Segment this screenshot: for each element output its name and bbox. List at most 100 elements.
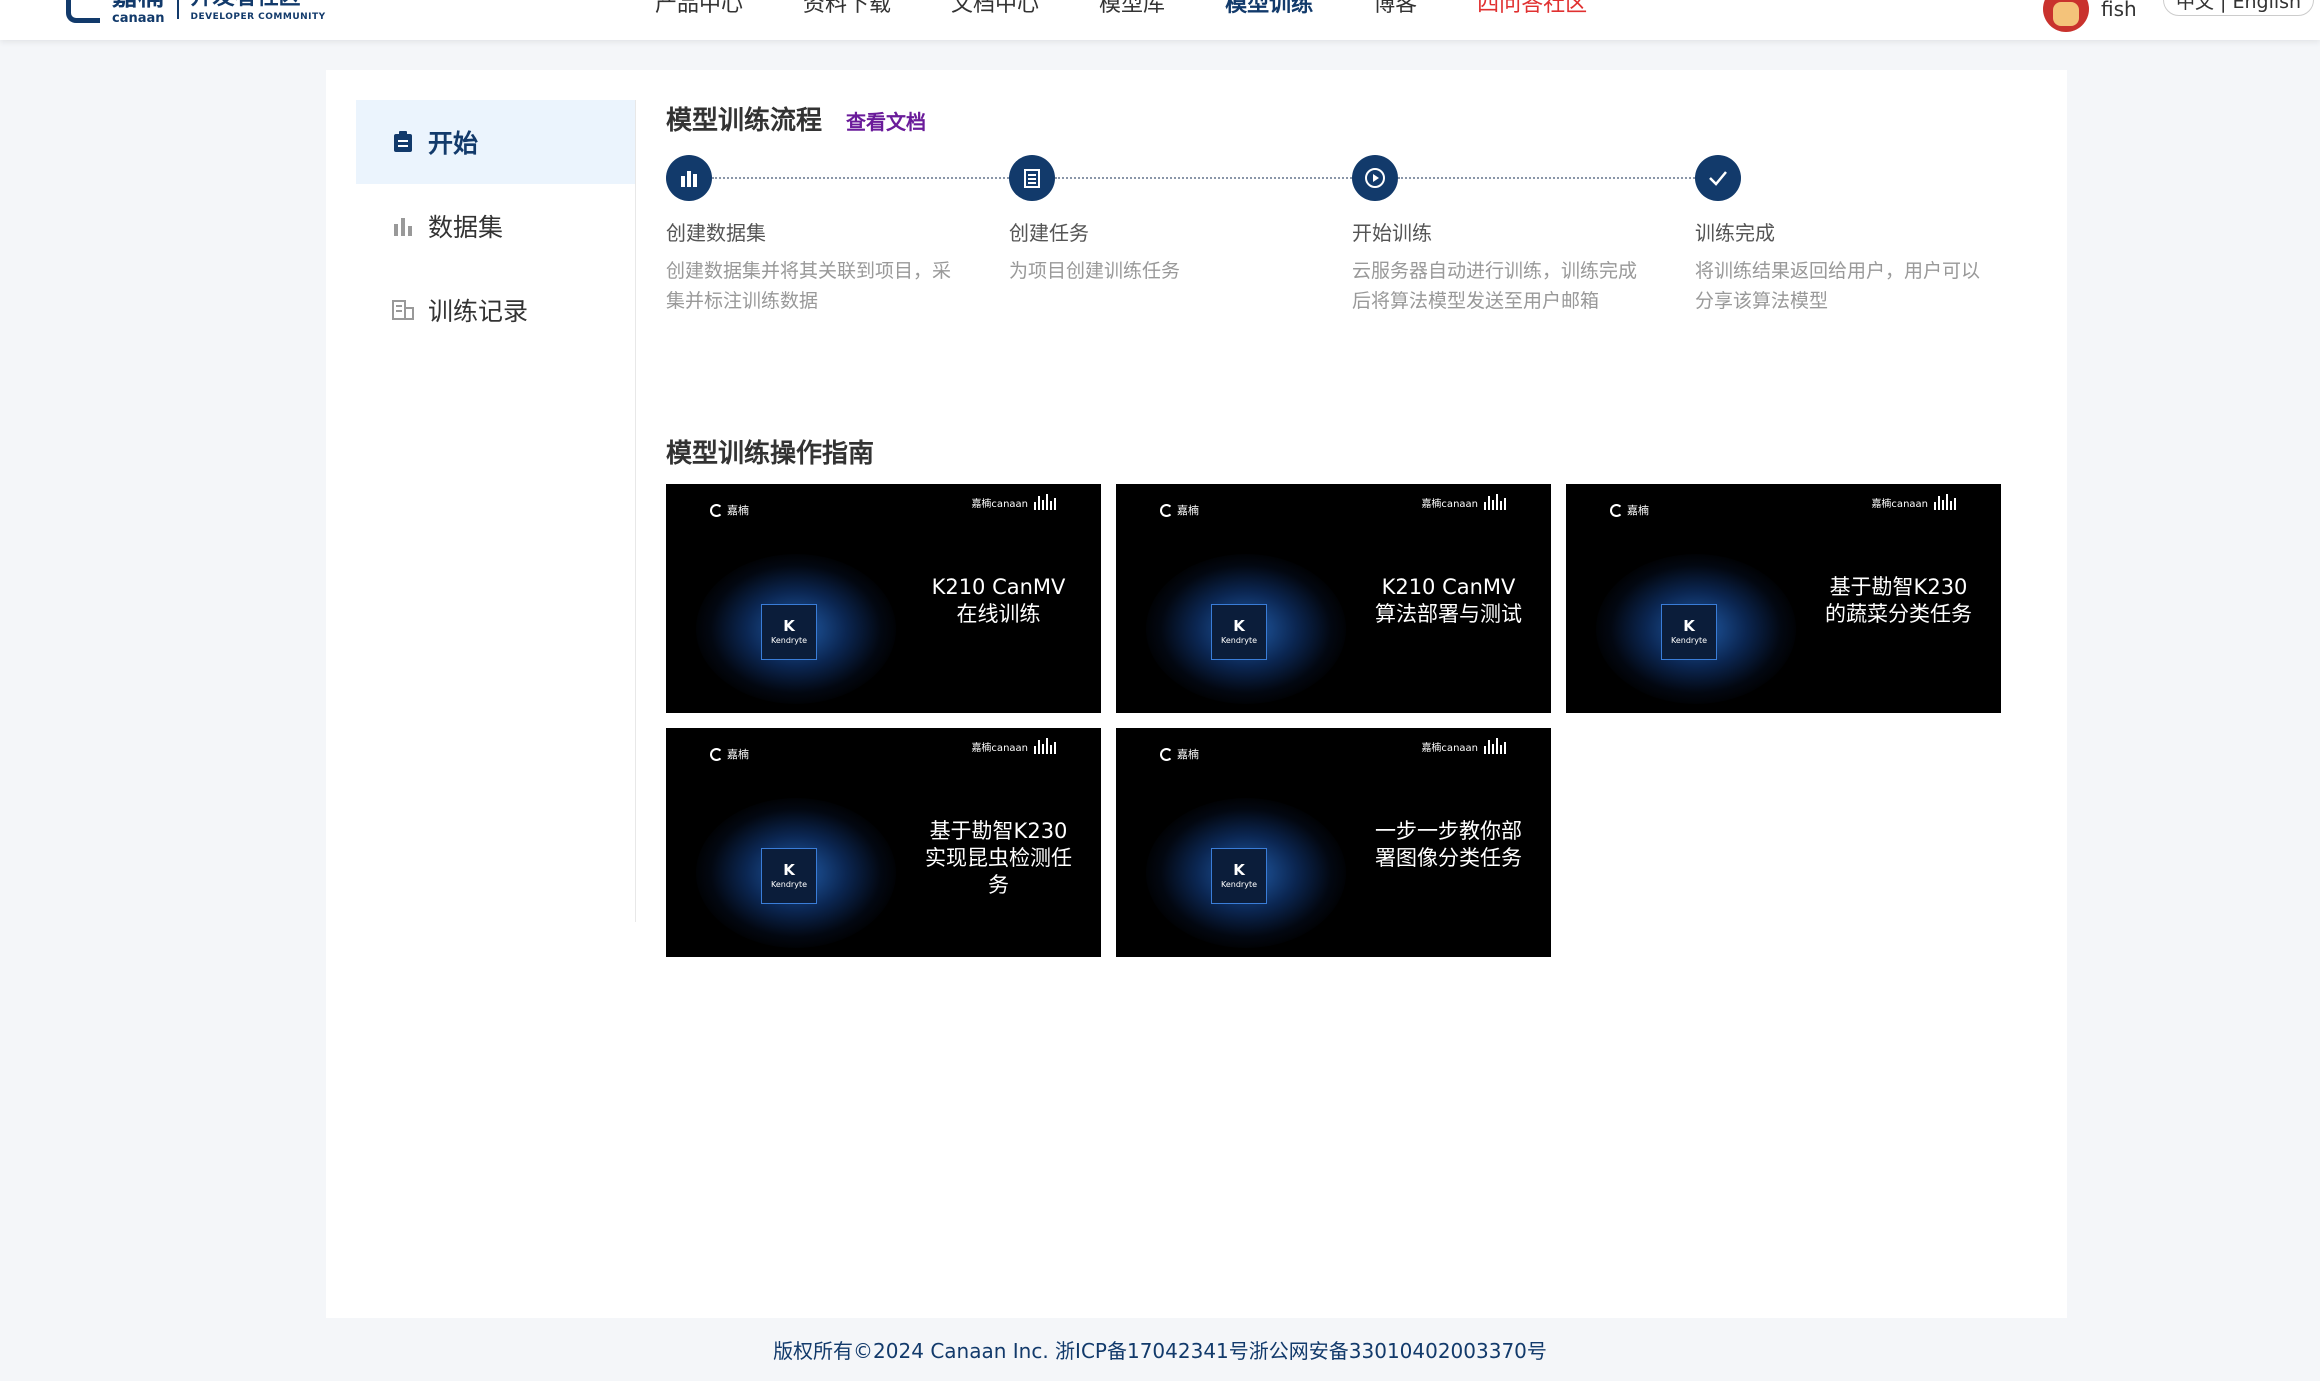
brand-right-text: 嘉楠canaan — [1871, 498, 1928, 510]
video-title-line: 基于勘智K230 — [1829, 575, 1968, 599]
language-switch[interactable]: 中文 | English — [2163, 0, 2315, 16]
canaan-brand-right: 嘉楠canaan — [971, 494, 1056, 510]
step-title: 训练完成 — [1695, 221, 1775, 245]
video-card[interactable]: K Kendryte 嘉楠 嘉楠canaan K210 CanMV 在线训练 — [666, 484, 1101, 713]
kendryte-chip-image: K Kendryte — [1211, 848, 1267, 904]
sidebar-item-label: 数据集 — [428, 213, 504, 242]
canaan-brand-left: 嘉楠 — [710, 502, 749, 518]
kendryte-chip-image: K Kendryte — [761, 604, 817, 660]
video-title-line: 基于勘智K230 — [929, 819, 1068, 843]
canaan-brand-left: 嘉楠 — [710, 746, 749, 762]
brand-left-text: 嘉楠 — [1177, 748, 1199, 761]
sidebar-item-training-records[interactable]: 训练记录 — [356, 268, 635, 352]
clipboard-icon — [392, 131, 414, 153]
logo-brand-text: 嘉楠 canaan — [112, 0, 165, 25]
video-card[interactable]: K Kendryte 嘉楠 嘉楠canaan 基于勘智K230 的蔬菜分类任务 — [1566, 484, 2001, 713]
logo-divider — [176, 0, 179, 19]
sidebar: 开始 数据集 训练记录 — [356, 100, 636, 922]
document-icon — [1009, 155, 1055, 201]
video-title: K210 CanMV 在线训练 — [886, 574, 1101, 628]
video-title-line: K210 CanMV — [1381, 575, 1516, 599]
nav-item-products[interactable]: 产品中心 — [655, 0, 743, 18]
flow-header: 模型训练流程 查看文档 — [666, 100, 2046, 137]
kendryte-logo-icon: K — [1233, 861, 1245, 879]
nav-item-qa-community[interactable]: 四问答社区 — [1477, 0, 1587, 18]
sidebar-item-datasets[interactable]: 数据集 — [356, 184, 635, 268]
main-content: 模型训练流程 查看文档 创建数据集 创建数据集并将其关联到项目，采集并标注训练数… — [666, 100, 2046, 957]
canaan-logo-icon — [66, 0, 100, 23]
main-card: 开始 数据集 训练记录 模型训练流程 查看文档 创建数据集 创建数据集并将其关联… — [326, 70, 2067, 1318]
brand-left-text: 嘉楠 — [1627, 504, 1649, 517]
sound-bars-icon — [1034, 738, 1056, 754]
chip-label: Kendryte — [1671, 636, 1707, 645]
kendryte-chip-image: K Kendryte — [1661, 604, 1717, 660]
chip-label: Kendryte — [771, 636, 807, 645]
video-title: 一步一步教你部 署图像分类任务 — [1336, 818, 1551, 872]
video-title-line: K210 CanMV — [931, 575, 1066, 599]
logo-dev-text: 开发者社区 DEVELOPER COMMUNITY — [191, 0, 326, 22]
nav-item-blog[interactable]: 博客 — [1373, 0, 1417, 18]
canaan-brand-right: 嘉楠canaan — [971, 738, 1056, 754]
username[interactable]: fish — [2101, 0, 2137, 21]
sidebar-item-start[interactable]: 开始 — [356, 100, 635, 184]
chip-label: Kendryte — [771, 880, 807, 889]
logo-dev-cn: 开发者社区 — [191, 0, 326, 9]
footer-copyright: 版权所有©2024 Canaan Inc. 浙ICP备17042341号浙公网安… — [0, 1318, 2320, 1381]
brand-left-text: 嘉楠 — [727, 504, 749, 517]
kendryte-logo-icon: K — [783, 861, 795, 879]
video-card[interactable]: K Kendryte 嘉楠 嘉楠canaan 基于勘智K230 实现昆虫检测任 … — [666, 728, 1101, 957]
brand-right-text: 嘉楠canaan — [971, 742, 1028, 754]
video-title-line: 算法部署与测试 — [1375, 602, 1522, 626]
step-desc: 将训练结果返回给用户，用户可以分享该算法模型 — [1695, 260, 1981, 312]
canaan-ring-icon — [1160, 503, 1173, 517]
sound-bars-icon — [1484, 494, 1506, 510]
view-docs-link[interactable]: 查看文档 — [846, 106, 926, 135]
chip-label: Kendryte — [1221, 880, 1257, 889]
sound-bars-icon — [1934, 494, 1956, 510]
chip-label: Kendryte — [1221, 636, 1257, 645]
nav-item-docs[interactable]: 文档中心 — [951, 0, 1039, 18]
video-title-line: 在线训练 — [956, 602, 1041, 626]
user-menu[interactable]: fish — [2043, 0, 2137, 32]
kendryte-chip-image: K Kendryte — [1211, 604, 1267, 660]
video-title-line: 署图像分类任务 — [1375, 846, 1522, 870]
step-title: 创建任务 — [1009, 221, 1089, 245]
play-icon — [1352, 155, 1398, 201]
step-desc: 创建数据集并将其关联到项目，采集并标注训练数据 — [666, 260, 952, 312]
building-icon — [392, 299, 414, 321]
kendryte-chip-image: K Kendryte — [761, 848, 817, 904]
nav-item-downloads[interactable]: 资料下载 — [803, 0, 891, 18]
training-steps: 创建数据集 创建数据集并将其关联到项目，采集并标注训练数据 创建任务 为项目创建… — [666, 155, 2046, 315]
canaan-brand-left: 嘉楠 — [1160, 746, 1199, 762]
canaan-logo[interactable]: 嘉楠 canaan 开发者社区 DEVELOPER COMMUNITY — [66, 0, 326, 25]
canaan-ring-icon — [1160, 747, 1173, 761]
video-title: 基于勘智K230 的蔬菜分类任务 — [1786, 574, 2001, 628]
main-nav: 产品中心 资料下载 文档中心 模型库 模型训练 博客 四问答社区 — [655, 0, 1647, 18]
video-card[interactable]: K Kendryte 嘉楠 嘉楠canaan 一步一步教你部 署图像分类任务 — [1116, 728, 1551, 957]
step-create-dataset: 创建数据集 创建数据集并将其关联到项目，采集并标注训练数据 — [666, 155, 966, 316]
canaan-ring-icon — [710, 503, 723, 517]
kendryte-logo-icon: K — [1683, 617, 1695, 635]
video-title-line: 一步一步教你部 — [1375, 819, 1522, 843]
logo-dev-en: DEVELOPER COMMUNITY — [190, 11, 326, 22]
sound-bars-icon — [1034, 494, 1056, 510]
nav-item-model-library[interactable]: 模型库 — [1099, 0, 1165, 18]
canaan-brand-right: 嘉楠canaan — [1421, 494, 1506, 510]
bar-chart-icon — [666, 155, 712, 201]
canaan-brand-left: 嘉楠 — [1610, 502, 1649, 518]
kendryte-logo-icon: K — [1233, 617, 1245, 635]
logo-brand-cn: 嘉楠 — [112, 0, 165, 10]
video-title-line: 的蔬菜分类任务 — [1825, 602, 1972, 626]
video-title-line: 务 — [988, 873, 1009, 897]
step-title: 开始训练 — [1352, 221, 1432, 245]
step-training-complete: 训练完成 将训练结果返回给用户，用户可以分享该算法模型 — [1695, 155, 1995, 316]
nav-item-model-training[interactable]: 模型训练 — [1225, 0, 1313, 18]
step-desc: 云服务器自动进行训练，训练完成后将算法模型发送至用户邮箱 — [1352, 260, 1638, 312]
step-desc: 为项目创建训练任务 — [1009, 260, 1181, 282]
avatar[interactable] — [2043, 0, 2089, 32]
step-create-task: 创建任务 为项目创建训练任务 — [1009, 155, 1309, 286]
video-card[interactable]: K Kendryte 嘉楠 嘉楠canaan K210 CanMV 算法部署与测… — [1116, 484, 1551, 713]
canaan-ring-icon — [1610, 503, 1623, 517]
video-title: 基于勘智K230 实现昆虫检测任 务 — [886, 818, 1101, 899]
video-title: K210 CanMV 算法部署与测试 — [1336, 574, 1551, 628]
